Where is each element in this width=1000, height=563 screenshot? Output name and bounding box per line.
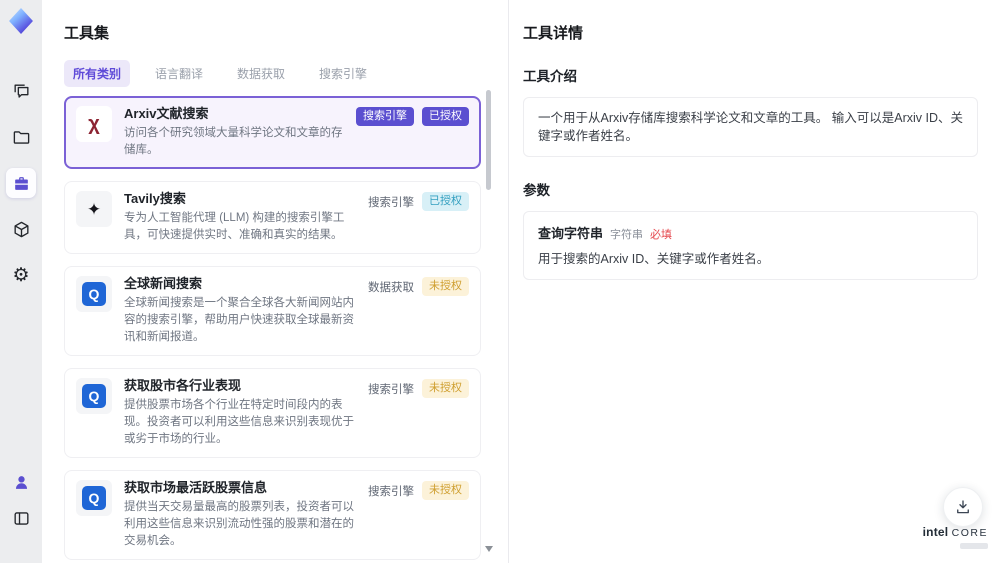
param-description: 用于搜索的Arxiv ID、关键字或作者姓名。 (538, 252, 770, 266)
left-rail: ⚙ (0, 0, 42, 563)
status-badge: 未授权 (422, 379, 469, 398)
intel-core-logo: intel core (923, 526, 988, 549)
param-type: 字符串 (610, 229, 644, 241)
category-label: 搜索引擎 (368, 383, 414, 396)
tool-title: Tavily搜索 (124, 191, 186, 206)
folder-icon[interactable] (6, 122, 36, 152)
tool-list: χ Arxiv文献搜索 访问各个研究领域大量科学论文和文章的存储库。 搜索引擎 … (64, 96, 481, 563)
app-logo-icon (9, 8, 33, 34)
cube-icon[interactable] (6, 214, 36, 244)
panel-toggle-icon[interactable] (6, 503, 36, 533)
tab-search-engine[interactable]: 搜索引擎 (310, 60, 376, 87)
user-avatar-icon[interactable] (6, 467, 36, 497)
core-wordmark: core (951, 527, 988, 539)
params-heading: 参数 (523, 183, 550, 198)
tab-data-fetch[interactable]: 数据获取 (228, 60, 294, 87)
intel-wordmark: intel (922, 525, 949, 539)
tool-description: 提供当天交易量最高的股票列表，投资者可以利用这些信息来识别流动性强的股票和潜在的… (124, 501, 354, 547)
tool-title: Arxiv文献搜索 (124, 106, 209, 121)
tool-card-arxiv[interactable]: χ Arxiv文献搜索 访问各个研究领域大量科学论文和文章的存储库。 搜索引擎 … (64, 96, 481, 169)
intro-heading: 工具介绍 (523, 69, 577, 84)
list-scrollbar-thumb[interactable] (486, 90, 491, 190)
category-label: 数据获取 (368, 281, 414, 294)
news-search-logo-icon: Q (76, 276, 112, 312)
category-label: 搜索引擎 (368, 485, 414, 498)
chat-icon[interactable] (6, 76, 36, 106)
tab-language-translation[interactable]: 语言翻译 (146, 60, 212, 87)
page-title: 工具集 (64, 25, 110, 42)
category-badge: 搜索引擎 (356, 107, 414, 126)
download-icon (957, 500, 969, 514)
tab-all-categories[interactable]: 所有类别 (64, 60, 131, 87)
arxiv-logo-icon: χ (76, 106, 112, 142)
tool-card-global-news[interactable]: Q 全球新闻搜索 全球新闻搜索是一个聚合全球各大新闻网站内容的搜索引擎，帮助用户… (64, 266, 481, 356)
status-badge: 未授权 (422, 481, 469, 500)
param-name: 查询字符串 (538, 226, 604, 241)
param-card: 查询字符串 字符串 必填 用于搜索的Arxiv ID、关键字或作者姓名。 (523, 211, 978, 280)
category-label: 搜索引擎 (368, 196, 414, 209)
status-badge: 已授权 (422, 192, 469, 211)
tool-description: 专为人工智能代理 (LLM) 构建的搜索引擎工具，可快速提供实时、准确和真实的结… (124, 212, 345, 241)
intro-card: 一个用于从Arxiv存储库搜索科学论文和文章的工具。 输入可以是Arxiv ID… (523, 97, 978, 157)
tool-title: 获取市场最活跃股票信息 (124, 480, 268, 495)
tool-description: 全球新闻搜索是一个聚合全球各大新闻网站内容的搜索引擎，帮助用户快速获取全球最新资… (124, 297, 354, 343)
stock-search-logo-icon: Q (76, 480, 112, 516)
brand-subtext-mark (960, 542, 988, 549)
tool-title: 获取股市各行业表现 (124, 378, 242, 393)
tool-card-most-active-stocks[interactable]: Q 获取市场最活跃股票信息 提供当天交易量最高的股票列表，投资者可以利用这些信息… (64, 470, 481, 560)
settings-gear-icon[interactable]: ⚙ (6, 260, 36, 290)
tool-list-panel: 工具集 所有类别 语言翻译 数据获取 搜索引擎 χ Arxiv文献搜索 访问各个… (42, 0, 508, 563)
intro-text: 一个用于从Arxiv存储库搜索科学论文和文章的工具。 输入可以是Arxiv ID… (538, 111, 964, 143)
status-badge: 已授权 (422, 107, 469, 126)
tool-detail-panel: 工具详情 工具介绍 一个用于从Arxiv存储库搜索科学论文和文章的工具。 输入可… (508, 0, 1000, 563)
toolbox-icon[interactable] (6, 168, 36, 198)
app-window: ⚙ 工具集 所有类别 语言翻译 数据获取 搜索引擎 χ Arxiv文献搜索 访问… (0, 0, 1000, 563)
tavily-logo-icon: ✦ (76, 191, 112, 227)
category-tabs: 所有类别 语言翻译 数据获取 搜索引擎 (64, 60, 482, 87)
param-required-flag: 必填 (650, 229, 673, 241)
tool-description: 访问各个研究领域大量科学论文和文章的存储库。 (124, 127, 343, 156)
tool-card-sector-performance[interactable]: Q 获取股市各行业表现 提供股票市场各个行业在特定时间段内的表现。投资者可以利用… (64, 368, 481, 458)
tool-description: 提供股票市场各个行业在特定时间段内的表现。投资者可以利用这些信息来识别表现优于或… (124, 399, 354, 445)
detail-title: 工具详情 (523, 25, 584, 42)
tool-title: 全球新闻搜索 (124, 276, 203, 291)
download-button[interactable] (943, 487, 983, 527)
scrollbar-down-arrow-icon[interactable] (485, 546, 493, 552)
status-badge: 未授权 (422, 277, 469, 296)
stock-search-logo-icon: Q (76, 378, 112, 414)
tool-card-tavily[interactable]: ✦ Tavily搜索 专为人工智能代理 (LLM) 构建的搜索引擎工具，可快速提… (64, 181, 481, 254)
